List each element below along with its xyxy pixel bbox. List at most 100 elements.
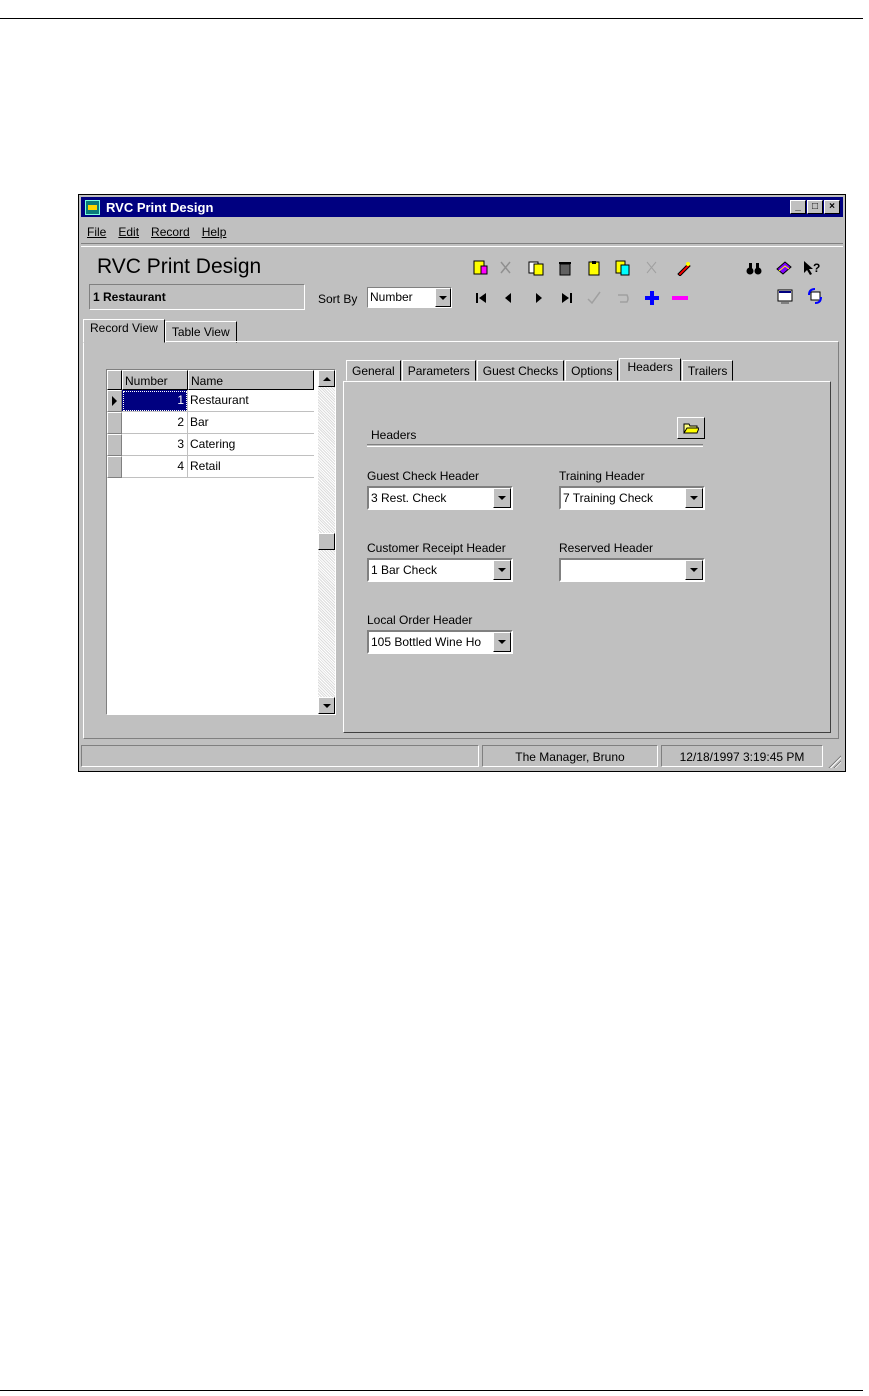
cell-number[interactable]: 4 <box>122 456 188 478</box>
customer-receipt-header-dropdown-button[interactable] <box>493 560 511 580</box>
customer-receipt-header-label: Customer Receipt Header <box>367 541 506 555</box>
local-order-header-select[interactable]: 105 Bottled Wine Ho <box>367 630 513 654</box>
tab-options[interactable]: Options <box>565 360 619 381</box>
book-icon[interactable] <box>775 259 793 277</box>
sort-by-select[interactable]: Number <box>367 287 452 308</box>
tab-trailers[interactable]: Trailers <box>681 360 734 381</box>
guest-check-header-dropdown-button[interactable] <box>493 488 511 508</box>
training-header-dropdown-button[interactable] <box>685 488 703 508</box>
add-record-icon[interactable] <box>643 289 661 307</box>
row-selector[interactable] <box>107 390 122 412</box>
tab-headers[interactable]: Headers <box>619 358 681 381</box>
table-row[interactable]: 3 Catering <box>107 434 314 456</box>
row-selector[interactable] <box>107 434 122 456</box>
refresh-icon[interactable] <box>806 287 824 305</box>
headers-group-title: Headers <box>371 428 417 442</box>
minimize-button[interactable]: _ <box>790 200 806 214</box>
scroll-thumb[interactable] <box>318 533 335 550</box>
records-grid[interactable]: Number Name 1 Restaurant 2 Bar 3 Caterin… <box>106 369 336 715</box>
menu-record[interactable]: Record <box>151 225 190 239</box>
window-title: RVC Print Design <box>106 199 214 215</box>
cell-name[interactable]: Restaurant <box>188 390 314 412</box>
status-message <box>81 745 479 767</box>
title-bar[interactable]: RVC Print Design _ □ × <box>81 197 843 217</box>
folder-icon <box>683 423 699 434</box>
grid-scrollbar[interactable] <box>318 370 335 714</box>
remove-record-icon[interactable] <box>671 289 689 307</box>
next-record-icon[interactable] <box>530 289 548 307</box>
reserved-header-select[interactable] <box>559 558 705 582</box>
cell-number[interactable]: 1 <box>122 390 188 412</box>
local-order-header-dropdown-button[interactable] <box>493 632 511 652</box>
tab-table-view[interactable]: Table View <box>164 321 237 343</box>
undo-icon[interactable] <box>643 259 661 277</box>
customer-receipt-header-select[interactable]: 1 Bar Check <box>367 558 513 582</box>
resize-grip[interactable] <box>827 754 841 768</box>
reserved-header-value <box>561 560 685 580</box>
page-bottom-rule <box>0 1390 863 1391</box>
tab-record-view[interactable]: Record View <box>83 319 165 343</box>
status-datetime: 12/18/1997 3:19:45 PM <box>661 745 823 767</box>
app-window: RVC Print Design _ □ × File Edit Record … <box>78 194 846 772</box>
status-bar: The Manager, Bruno 12/18/1997 3:19:45 PM <box>81 745 843 769</box>
find-icon[interactable] <box>745 259 763 277</box>
menu-help[interactable]: Help <box>202 225 227 239</box>
cell-number[interactable]: 3 <box>122 434 188 456</box>
close-button[interactable]: × <box>824 200 840 214</box>
headers-group-divider <box>367 444 703 447</box>
current-row-icon <box>112 396 117 406</box>
prev-record-icon[interactable] <box>499 289 517 307</box>
training-header-label: Training Header <box>559 469 645 483</box>
tab-parameters[interactable]: Parameters <box>401 360 476 381</box>
maximize-button[interactable]: □ <box>807 200 823 214</box>
scroll-down-button[interactable] <box>318 697 335 714</box>
menu-bar: File Edit Record Help <box>87 225 226 239</box>
menu-separator <box>81 243 843 247</box>
app-icon[interactable] <box>85 199 100 215</box>
training-header-select[interactable]: 7 Training Check <box>559 486 705 510</box>
page-title: RVC Print Design <box>97 255 262 278</box>
first-record-icon[interactable] <box>472 289 490 307</box>
paste-icon[interactable] <box>585 259 603 277</box>
scroll-up-button[interactable] <box>318 370 335 387</box>
tab-general[interactable]: General <box>346 360 401 381</box>
window-icon[interactable] <box>776 288 794 306</box>
new-record-icon[interactable] <box>471 259 489 277</box>
tab-guest-checks[interactable]: Guest Checks <box>476 360 565 381</box>
table-row[interactable]: 1 Restaurant <box>107 390 314 412</box>
copy-icon[interactable] <box>613 259 631 277</box>
cell-name[interactable]: Bar <box>188 412 314 434</box>
cell-number[interactable]: 2 <box>122 412 188 434</box>
cell-name[interactable]: Catering <box>188 434 314 456</box>
confirm-icon[interactable] <box>585 289 603 307</box>
menu-edit[interactable]: Edit <box>118 225 139 239</box>
status-user: The Manager, Bruno <box>482 745 658 767</box>
row-selector[interactable] <box>107 456 122 478</box>
revert-icon[interactable] <box>614 289 632 307</box>
copy-record-icon[interactable] <box>527 259 545 277</box>
settings-tabs: General Parameters Guest Checks Options … <box>346 358 734 381</box>
table-row[interactable]: 4 Retail <box>107 456 314 478</box>
guest-check-header-value: 3 Rest. Check <box>371 491 447 505</box>
guest-check-header-select[interactable]: 3 Rest. Check <box>367 486 513 510</box>
menu-file[interactable]: File <box>87 225 106 239</box>
current-record-display: 1 Restaurant <box>89 284 305 310</box>
cut-icon[interactable] <box>497 259 515 277</box>
grid-corner <box>107 370 122 390</box>
sort-by-value: Number <box>370 290 413 304</box>
column-header-name[interactable]: Name <box>188 370 314 390</box>
local-order-header-label: Local Order Header <box>367 613 473 627</box>
grid-header: Number Name <box>107 370 314 390</box>
sort-by-dropdown-button[interactable] <box>435 288 451 307</box>
view-tabs: Record View Table View <box>83 319 237 343</box>
row-selector[interactable] <box>107 412 122 434</box>
edit-icon[interactable] <box>675 259 693 277</box>
delete-icon[interactable] <box>556 259 574 277</box>
cell-name[interactable]: Retail <box>188 456 314 478</box>
help-pointer-icon[interactable]: ? <box>803 259 821 277</box>
open-folder-button[interactable] <box>677 417 705 439</box>
last-record-icon[interactable] <box>558 289 576 307</box>
column-header-number[interactable]: Number <box>122 370 188 390</box>
table-row[interactable]: 2 Bar <box>107 412 314 434</box>
reserved-header-dropdown-button[interactable] <box>685 560 703 580</box>
